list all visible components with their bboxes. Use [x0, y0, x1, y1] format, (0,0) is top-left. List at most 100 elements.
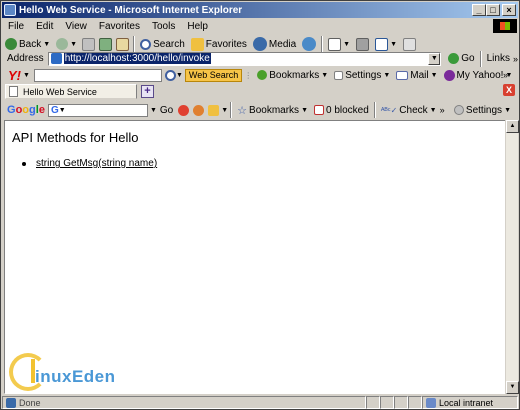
yahoo-logo[interactable]: Y! [2, 68, 23, 83]
search-icon[interactable] [164, 69, 176, 81]
popup-blocker-icon [314, 105, 324, 115]
chevron-down-icon[interactable]: ▼ [59, 107, 66, 114]
status-panel-2 [380, 396, 394, 409]
links-more-icon[interactable]: » [513, 54, 518, 64]
address-dropdown-button[interactable]: ▼ [428, 52, 441, 65]
links-button[interactable]: Links [484, 53, 513, 64]
tab-bar: Hello Web Service + X [2, 83, 518, 100]
vertical-scrollbar[interactable]: ▲ ▼ [505, 120, 519, 394]
chevron-down-icon: ▼ [301, 106, 308, 114]
bookmarks-label: Bookmarks [269, 69, 320, 81]
chevron-down-icon: ▼ [343, 40, 351, 48]
yahoo-bookmarks-button[interactable]: Bookmarks ▼ [254, 70, 331, 81]
google-logo[interactable]: Google [2, 104, 48, 116]
favorites-label: Favorites [205, 38, 247, 50]
google-news-icon[interactable] [193, 104, 205, 116]
status-panel-1 [366, 396, 380, 409]
word-edit-icon [375, 37, 389, 51]
chevron-down-icon: ▼ [429, 106, 437, 114]
chevron-down-icon: ▼ [70, 40, 78, 48]
toolbar-separator [230, 102, 233, 118]
media-label: Media [268, 38, 297, 50]
favorites-button[interactable]: Favorites [188, 37, 250, 51]
back-button[interactable]: Back ▼ [2, 38, 53, 50]
google-settings-button[interactable]: Settings ▼ [451, 105, 514, 116]
mail-button[interactable]: ▼ [325, 37, 353, 51]
yahoo-search-input[interactable] [33, 68, 162, 82]
menu-tools[interactable]: Tools [146, 21, 181, 32]
chevron-down-icon: ▼ [383, 71, 391, 79]
search-icon [140, 38, 152, 50]
google-folder-icon[interactable] [208, 104, 220, 116]
method-link-getmsg[interactable]: string GetMsg(string name) [36, 158, 157, 169]
list-item: string GetMsg(string name) [22, 158, 157, 169]
scroll-down-button[interactable]: ▼ [506, 381, 519, 394]
popup-blocked-indicator[interactable]: 0 blocked [311, 105, 372, 116]
windows-logo-throbber [493, 19, 517, 33]
zone-label: Local intranet [439, 397, 494, 408]
history-icon[interactable] [302, 37, 317, 51]
chevron-down-icon: ▼ [504, 106, 511, 114]
title-bar[interactable]: Hello Web Service - Microsoft Internet E… [2, 2, 518, 18]
go-button[interactable]: Go [445, 53, 477, 64]
favorites-star-icon [190, 37, 204, 51]
address-bar: Address http://localhost:3000/hello/invo… [2, 50, 518, 67]
google-pagerank-icon[interactable] [178, 104, 190, 116]
minimize-button[interactable]: _ [472, 4, 486, 16]
page-icon [9, 86, 18, 97]
tab-hello-web-service[interactable]: Hello Web Service [5, 84, 137, 99]
google-go-button[interactable]: Go [157, 105, 176, 116]
new-tab-button[interactable]: + [141, 85, 154, 98]
search-button[interactable]: Search [137, 38, 188, 50]
menu-help[interactable]: Help [181, 21, 214, 32]
linuxeden-watermark: inuxEden [9, 353, 149, 393]
stop-icon[interactable] [82, 37, 96, 51]
google-bookmarks-button[interactable]: ☆ Bookmarks ▼ [234, 104, 311, 117]
go-label: Go [461, 53, 475, 64]
home-icon[interactable] [116, 37, 130, 51]
edit-button[interactable]: ▼ [372, 37, 400, 51]
scroll-up-button[interactable]: ▲ [506, 120, 519, 133]
menu-favorites[interactable]: Favorites [93, 21, 146, 32]
forward-button[interactable]: ▼ [53, 38, 80, 50]
google-field-prefix: G [50, 104, 59, 116]
security-zone[interactable]: Local intranet [422, 396, 518, 409]
menu-file[interactable]: File [2, 21, 30, 32]
print-icon[interactable] [356, 37, 370, 51]
google-more-icon[interactable]: » [440, 105, 445, 115]
chevron-down-icon[interactable]: ▼ [23, 72, 30, 79]
google-search-input[interactable]: G ▼ [47, 103, 148, 117]
search-label: Search [153, 38, 185, 50]
mail-icon [396, 70, 409, 80]
menu-edit[interactable]: Edit [30, 21, 59, 32]
google-toolbar: Google G ▼ ▼ Go ▼ ☆ Bookmarks ▼ 0 blocke… [2, 101, 518, 119]
yahoo-web-search-button[interactable]: Web Search [184, 68, 243, 82]
forward-arrow-icon [56, 38, 69, 50]
spell-check-button[interactable]: ᴬᴮᶜ✓ Check ▼ [378, 105, 440, 116]
address-label: Address [7, 53, 44, 64]
status-bar: Done Local intranet [2, 396, 518, 409]
status-panel-4 [408, 396, 422, 409]
gear-icon [453, 105, 464, 115]
chevron-down-icon[interactable]: ▼ [176, 72, 183, 79]
yahoo-more-icon[interactable]: » [503, 70, 508, 80]
page-heading: API Methods for Hello [12, 130, 139, 145]
address-input[interactable]: http://localhost:3000/hello/invoke ▼ [47, 51, 442, 66]
maximize-button[interactable]: □ [486, 4, 500, 16]
close-window-button[interactable]: × [502, 4, 516, 16]
mail-icon [328, 37, 342, 51]
menu-view[interactable]: View [59, 21, 93, 32]
close-tab-button[interactable]: X [503, 84, 515, 96]
media-button[interactable]: Media [250, 37, 299, 51]
bookmarks-label: Bookmarks [249, 104, 300, 116]
refresh-icon[interactable] [99, 37, 113, 51]
chevron-down-icon[interactable]: ▼ [221, 107, 228, 114]
discuss-icon[interactable] [403, 37, 417, 51]
yahoo-settings-button[interactable]: Settings ▼ [331, 70, 393, 81]
intranet-icon [426, 397, 436, 408]
media-icon [252, 37, 267, 51]
my-yahoo-icon [443, 69, 455, 81]
yahoo-mail-button[interactable]: Mail ▼ [393, 70, 440, 81]
spellcheck-icon: ᴬᴮᶜ✓ [380, 105, 398, 115]
chevron-down-icon[interactable]: ▼ [150, 107, 157, 114]
